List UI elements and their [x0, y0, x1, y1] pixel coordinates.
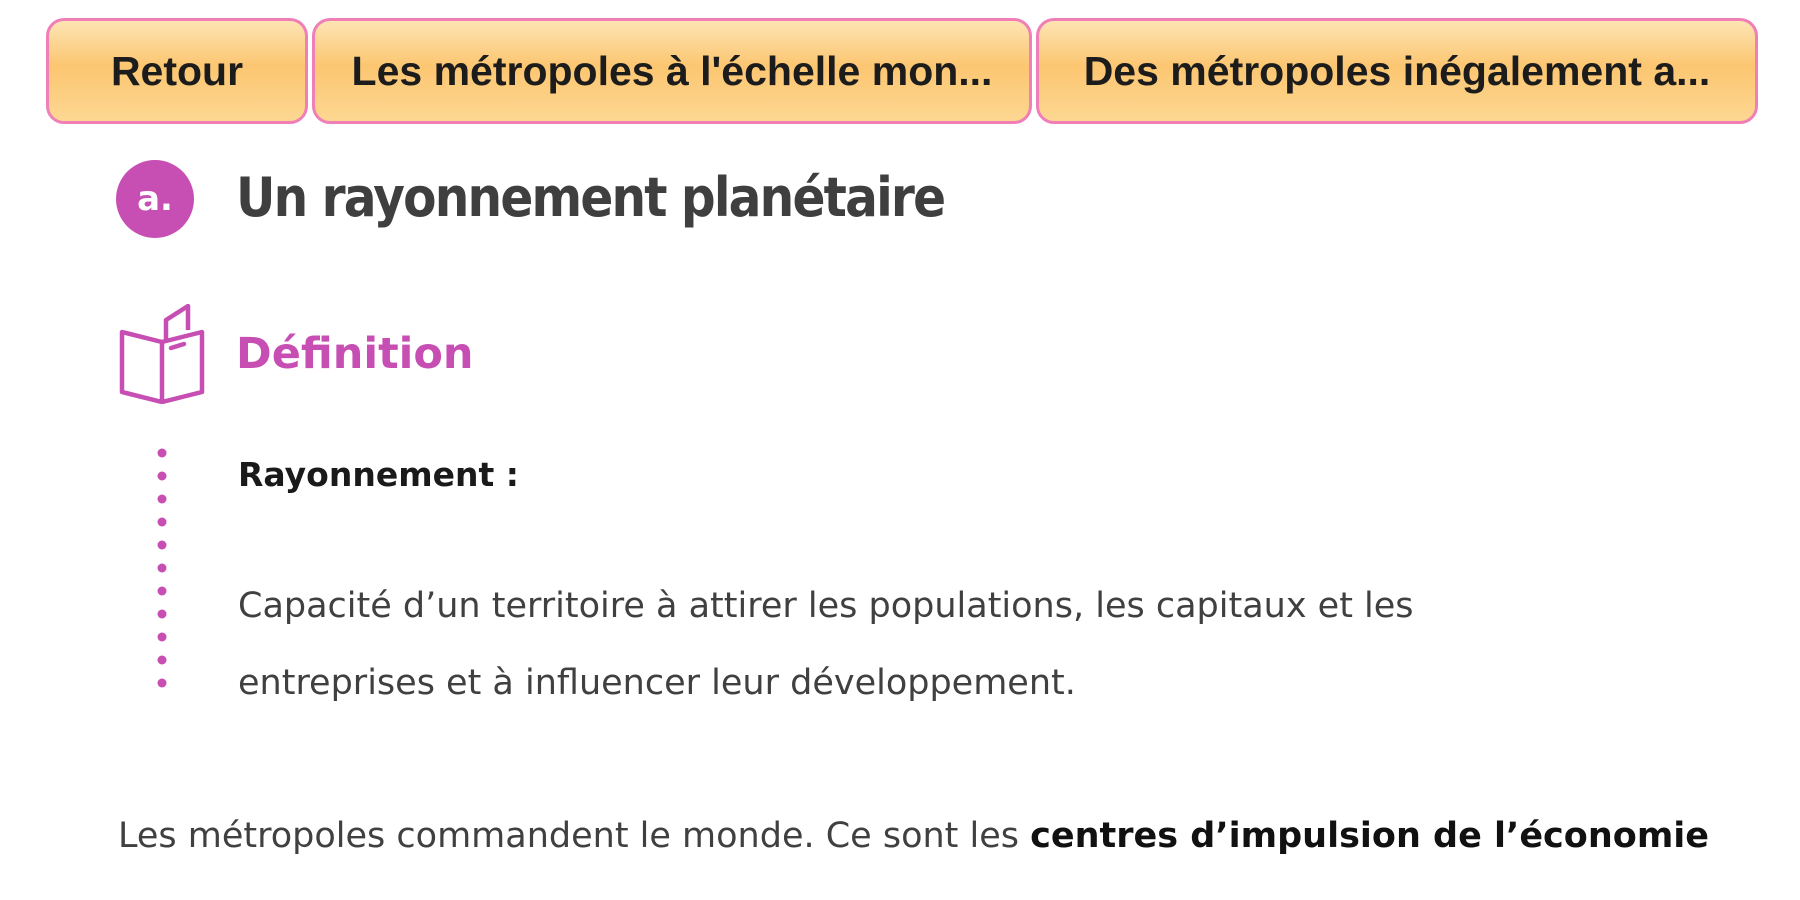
back-button-label: Retour — [110, 47, 244, 94]
navigation-bar: Retour Les métropoles à l'échelle mon...… — [46, 18, 1758, 126]
body-paragraph: Les métropoles commandent le monde. Ce s… — [118, 806, 1738, 866]
open-book-icon — [119, 304, 205, 404]
previous-chapter-label: Les métropoles à l'échelle mon... — [351, 47, 993, 94]
dotted-divider — [157, 448, 167, 688]
back-button[interactable]: Retour — [46, 18, 308, 124]
next-chapter-button[interactable]: Des métropoles inégalement a... — [1036, 18, 1758, 124]
definition-heading: Définition — [236, 329, 474, 379]
previous-chapter-button[interactable]: Les métropoles à l'échelle mon... — [312, 18, 1032, 124]
body-emphasis: centres d’impulsion de l’économie — [1030, 816, 1710, 856]
page: Retour Les métropoles à l'échelle mon...… — [0, 0, 1800, 900]
next-chapter-label: Des métropoles inégalement a... — [1083, 47, 1711, 94]
definition-text-line: entreprises et à influencer leur dévelop… — [238, 663, 1076, 703]
definition-text-line: Capacité d’un territoire à attirer les p… — [238, 586, 1414, 626]
definition-text: Capacité d’un territoire à attirer les p… — [238, 568, 1538, 722]
section-title: Un rayonnement planétaire — [236, 166, 946, 229]
definition-term: Rayonnement : — [238, 455, 519, 494]
section-badge: a. — [116, 160, 194, 238]
body-text: Les métropoles commandent le monde. Ce s… — [118, 816, 1031, 856]
